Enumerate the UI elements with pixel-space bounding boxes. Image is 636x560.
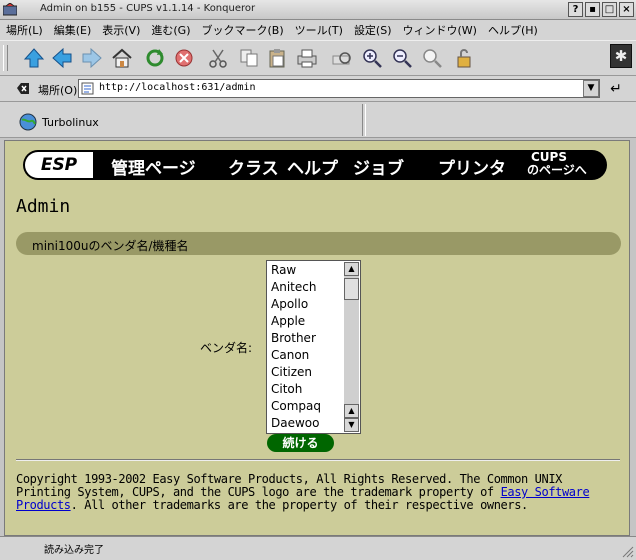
toolbar-separator: [362, 104, 366, 136]
vendor-option[interactable]: Apollo: [271, 296, 321, 313]
lock-icon[interactable]: [452, 46, 476, 70]
vendor-option[interactable]: Daewoo: [271, 415, 321, 432]
nav-admin[interactable]: 管理ページ: [111, 154, 196, 179]
maximize-button[interactable]: □: [602, 2, 617, 17]
footer-copyright: Copyright 1993-2002 Easy Software Produc…: [16, 472, 562, 499]
footer-text: Copyright 1993-2002 Easy Software Produc…: [16, 473, 616, 512]
stop-icon[interactable]: [172, 46, 196, 70]
menu-go[interactable]: 進む(G): [151, 22, 190, 38]
menu-bookmarks[interactable]: ブックマーク(B): [201, 22, 283, 38]
back-arrow-icon[interactable]: [50, 46, 74, 70]
esp-logo[interactable]: ESP: [25, 152, 93, 178]
window-title: Admin on b155 - CUPS v1.1.14 - Konqueror: [40, 3, 256, 14]
cups-line2: のページへ: [527, 163, 587, 177]
cups-navbar: ESP 管理ページ クラス ヘルプ ジョブ プリンタ CUPS のページへ: [23, 150, 607, 180]
location-label: 場所(O): [38, 84, 78, 97]
nav-cups-home[interactable]: CUPS のページへ: [527, 151, 587, 177]
find-icon[interactable]: [420, 46, 444, 70]
bookmark-turbolinux[interactable]: Turbolinux: [18, 112, 99, 132]
nav-help[interactable]: ヘルプ: [287, 154, 338, 179]
go-return-icon[interactable]: ↵: [606, 80, 626, 98]
location-bar: 場所(O) http://localhost:631/admin ▼ ↵: [0, 76, 636, 102]
vendor-listbox[interactable]: Raw Anitech Apollo Apple Brother Canon C…: [266, 260, 361, 434]
title-bar: Admin on b155 - CUPS v1.1.14 - Konqueror…: [0, 0, 636, 20]
scroll-up-arrow-icon[interactable]: ▲: [344, 262, 359, 276]
help-window-button[interactable]: ?: [568, 2, 583, 17]
vendor-option[interactable]: Apple: [271, 313, 321, 330]
vendor-option[interactable]: Brother: [271, 330, 321, 347]
menu-window[interactable]: ウィンドウ(W): [403, 22, 477, 38]
page-icon: [81, 82, 94, 95]
reload-icon[interactable]: [143, 46, 167, 70]
vendor-option[interactable]: Raw: [271, 262, 321, 279]
footer-trademarks: . All other trademarks are the property …: [70, 498, 529, 512]
status-text: 読み込み完了: [44, 545, 104, 556]
zoom-out-icon[interactable]: [390, 46, 414, 70]
window-buttons: ? ▪ □ ×: [568, 2, 634, 17]
vendor-option[interactable]: Citizen: [271, 364, 321, 381]
continue-button[interactable]: 続ける: [267, 434, 334, 452]
page-view: ESP 管理ページ クラス ヘルプ ジョブ プリンタ CUPS のページへ Ad…: [4, 140, 630, 536]
status-bar: 読み込み完了: [0, 536, 636, 560]
home-icon[interactable]: [110, 46, 134, 70]
vendor-option[interactable]: Citoh: [271, 381, 321, 398]
section-header: mini100uのベンダ名/機種名: [16, 232, 621, 255]
globe-icon: [19, 113, 37, 131]
konqueror-icon[interactable]: [3, 3, 17, 16]
cut-icon[interactable]: [206, 46, 230, 70]
menu-tools[interactable]: ツール(T): [295, 22, 343, 38]
scroll-down-arrow-icon[interactable]: ▼: [344, 418, 359, 432]
bookmark-label: Turbolinux: [42, 115, 99, 129]
url-field[interactable]: http://localhost:631/admin: [78, 79, 600, 98]
print-preview-icon[interactable]: [330, 46, 354, 70]
vendor-option[interactable]: Compaq: [271, 398, 321, 415]
section-title: mini100uのベンダ名/機種名: [32, 239, 189, 253]
toolbar-grip[interactable]: [3, 45, 8, 71]
up-arrow-icon[interactable]: [22, 46, 46, 70]
menu-help[interactable]: ヘルプ(H): [488, 22, 538, 38]
vendor-list: Raw Anitech Apollo Apple Brother Canon C…: [271, 262, 321, 432]
scroll-thumb[interactable]: [344, 278, 359, 300]
menu-edit[interactable]: 編集(E): [54, 22, 92, 38]
copy-icon[interactable]: [237, 46, 261, 70]
nav-jobs[interactable]: ジョブ: [353, 154, 404, 179]
vendor-label: ベンダ名:: [200, 341, 253, 355]
minimize-button[interactable]: ▪: [585, 2, 600, 17]
menu-bar: 場所(L) 編集(E) 表示(V) 進む(G) ブックマーク(B) ツール(T)…: [0, 20, 636, 40]
gear-icon[interactable]: ✱: [610, 44, 632, 68]
resize-grip-icon[interactable]: [620, 544, 634, 558]
paste-icon[interactable]: [265, 46, 289, 70]
vendor-option[interactable]: Anitech: [271, 279, 321, 296]
menu-settings[interactable]: 設定(S): [354, 22, 392, 38]
bookmark-toolbar: Turbolinux: [0, 102, 636, 138]
page-title: Admin: [16, 196, 71, 217]
vendor-option[interactable]: Canon: [271, 347, 321, 364]
nav-classes[interactable]: クラス: [228, 154, 279, 179]
url-text[interactable]: http://localhost:631/admin: [99, 82, 256, 93]
footer-divider: [16, 459, 620, 461]
menu-location[interactable]: 場所(L): [6, 22, 43, 38]
vendor-scrollbar[interactable]: ▲ ▲ ▼: [344, 262, 359, 432]
scroll-down-arrow-icon[interactable]: ▲: [344, 404, 359, 418]
main-toolbar: [0, 40, 636, 76]
print-icon[interactable]: [295, 46, 319, 70]
nav-printers[interactable]: プリンタ: [438, 154, 506, 179]
forward-arrow-icon[interactable]: [80, 46, 104, 70]
close-window-button[interactable]: ×: [619, 2, 634, 17]
url-dropdown-button[interactable]: ▼: [583, 80, 599, 97]
zoom-in-icon[interactable]: [360, 46, 384, 70]
clear-location-icon[interactable]: [16, 82, 30, 95]
menu-view[interactable]: 表示(V): [102, 22, 140, 38]
